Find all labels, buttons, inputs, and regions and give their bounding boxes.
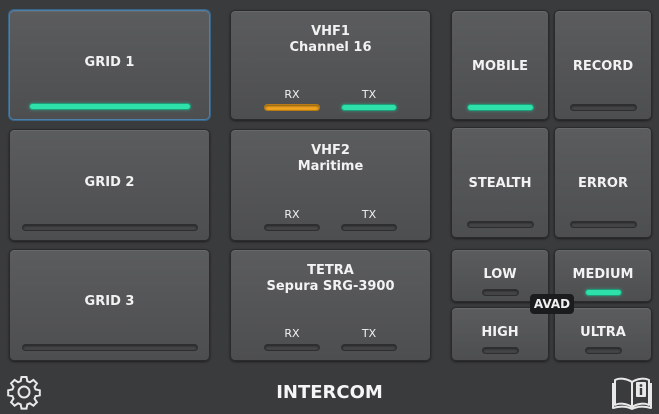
stealth-button[interactable]: STEALTH bbox=[451, 127, 549, 238]
grid-1-button[interactable]: GRID 1 bbox=[9, 10, 210, 120]
grid-1-label: GRID 1 bbox=[84, 55, 135, 70]
radio-tetra-rx-label: RX bbox=[284, 327, 300, 340]
grid-2-button[interactable]: GRID 2 bbox=[9, 129, 210, 241]
radio-tetra-tx-indicator bbox=[341, 344, 397, 351]
radio-vhf1-channel: Channel 16 bbox=[289, 40, 372, 55]
radio-tetra-model: Sepura SRG-3900 bbox=[266, 279, 395, 294]
high-button[interactable]: HIGH bbox=[451, 307, 549, 361]
record-label: RECORD bbox=[572, 59, 634, 74]
grid-2-label: GRID 2 bbox=[84, 175, 135, 190]
ultra-button[interactable]: ULTRA bbox=[554, 307, 652, 361]
stealth-label: STEALTH bbox=[468, 176, 532, 191]
footer-bar: INTERCOM bbox=[0, 370, 659, 413]
radio-vhf2-channel: Maritime bbox=[297, 159, 364, 174]
radio-vhf2-tx-label: TX bbox=[361, 208, 377, 221]
radio-vhf1-rx-label: RX bbox=[284, 88, 300, 101]
radio-vhf1-name: VHF1 bbox=[311, 24, 350, 39]
radio-vhf1-tile[interactable]: VHF1 Channel 16 RX TX bbox=[230, 10, 431, 120]
radio-tetra-tx-label: TX bbox=[361, 327, 377, 340]
ultra-indicator bbox=[585, 347, 622, 354]
record-button[interactable]: RECORD bbox=[554, 10, 652, 120]
grid-1-indicator bbox=[29, 103, 191, 110]
radio-vhf1-tx-label: TX bbox=[361, 88, 377, 101]
error-indicator bbox=[570, 221, 637, 228]
error-button[interactable]: ERROR bbox=[554, 127, 652, 238]
high-indicator bbox=[482, 347, 519, 354]
grid-3-indicator bbox=[22, 344, 198, 351]
grid-3-label: GRID 3 bbox=[84, 294, 135, 309]
radio-tetra-rx-indicator bbox=[264, 344, 320, 351]
radio-vhf2-rx-indicator bbox=[264, 224, 320, 231]
medium-label: MEDIUM bbox=[572, 267, 634, 282]
radio-vhf1-rx-indicator bbox=[264, 104, 320, 111]
mobile-indicator bbox=[467, 104, 534, 111]
book-info-icon[interactable] bbox=[612, 374, 652, 410]
grid-3-button[interactable]: GRID 3 bbox=[9, 249, 210, 361]
ultra-label: ULTRA bbox=[580, 325, 626, 340]
high-label: HIGH bbox=[481, 325, 519, 340]
radio-tetra-name: TETRA bbox=[307, 263, 354, 278]
record-indicator bbox=[570, 104, 637, 111]
radio-tetra-tile[interactable]: TETRA Sepura SRG-3900 RX TX bbox=[230, 249, 431, 361]
low-indicator bbox=[482, 289, 519, 296]
error-label: ERROR bbox=[578, 176, 628, 191]
mobile-label: MOBILE bbox=[472, 59, 528, 74]
mobile-button[interactable]: MOBILE bbox=[451, 10, 549, 120]
grid-2-indicator bbox=[22, 224, 198, 231]
radio-vhf1-tx-indicator bbox=[341, 104, 397, 111]
avad-badge: AVAD bbox=[530, 294, 574, 314]
radio-vhf2-rx-label: RX bbox=[284, 208, 300, 221]
intercom-title: INTERCOM bbox=[276, 382, 383, 403]
low-label: LOW bbox=[483, 267, 517, 282]
medium-indicator bbox=[585, 289, 622, 296]
radio-vhf2-tx-indicator bbox=[341, 224, 397, 231]
radio-vhf2-name: VHF2 bbox=[311, 143, 350, 158]
radio-vhf2-tile[interactable]: VHF2 Maritime RX TX bbox=[230, 129, 431, 241]
stealth-indicator bbox=[467, 221, 534, 228]
